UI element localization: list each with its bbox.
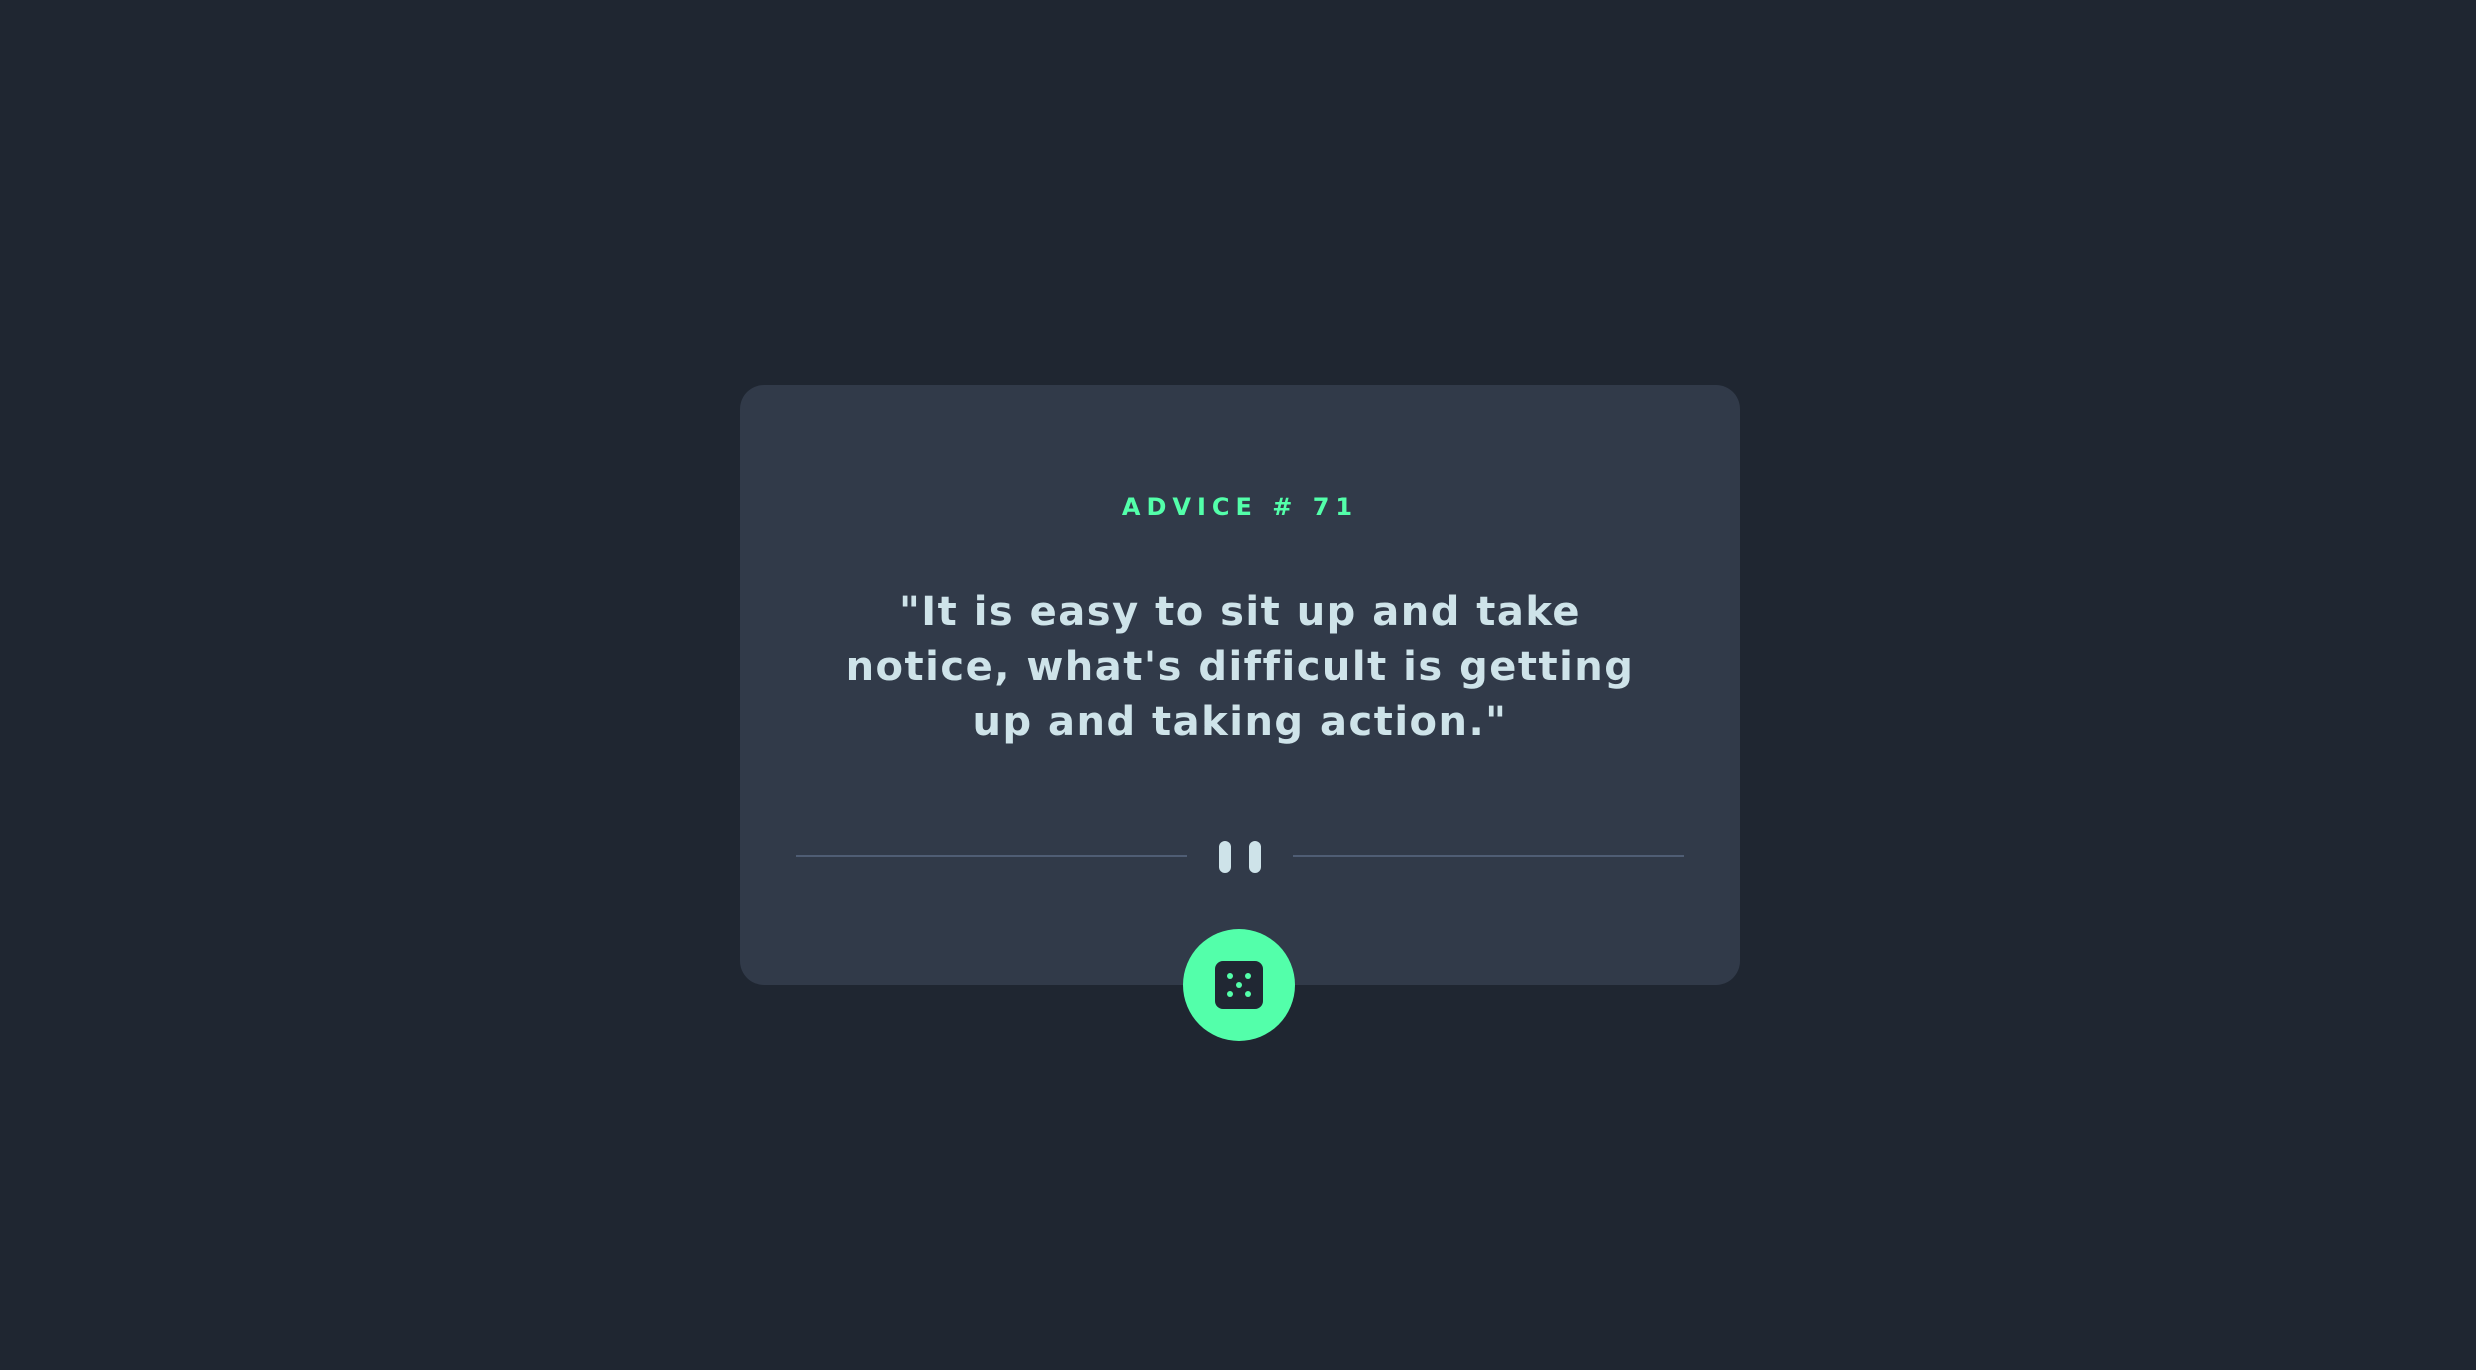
page: ADVICE # 71 "It is easy to sit up and ta… — [0, 0, 2476, 1370]
advice-card: ADVICE # 71 "It is easy to sit up and ta… — [740, 385, 1740, 985]
advice-number: 71 — [1312, 493, 1359, 521]
dice-icon — [1215, 961, 1263, 1009]
pause-icon — [1219, 841, 1261, 873]
divider-line-right — [1293, 855, 1684, 857]
divider — [796, 841, 1684, 873]
dice-dot — [1227, 991, 1233, 997]
advice-label: ADVICE # — [1121, 493, 1313, 521]
pause-bar-right — [1249, 841, 1261, 873]
advice-heading: ADVICE # 71 — [740, 495, 1740, 519]
dice-dot — [1227, 973, 1233, 979]
divider-line-left — [796, 855, 1187, 857]
new-advice-button[interactable] — [1183, 929, 1295, 1041]
dice-dot — [1245, 991, 1251, 997]
dice-dot — [1245, 973, 1251, 979]
pause-bar-left — [1219, 841, 1231, 873]
advice-quote: "It is easy to sit up and take notice, w… — [845, 589, 1635, 745]
dice-dot — [1236, 982, 1242, 988]
